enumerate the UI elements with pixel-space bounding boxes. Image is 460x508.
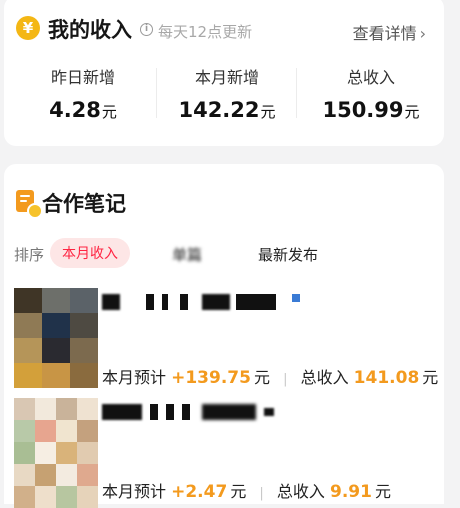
stat-unit: 元: [101, 103, 117, 121]
note-thumbnail[interactable]: [14, 398, 98, 508]
note-title-redacted: [102, 404, 322, 422]
total-unit: 元: [374, 482, 391, 501]
note-metrics: 本月预计 +2.47 元 | 总收入 9.91 元: [102, 478, 391, 502]
collab-notes-card: 合作笔记 排序 本月收入 单篇 最新发布 本月预计 +139.75 元 | 总收…: [4, 164, 444, 508]
est-value: +139.75: [171, 368, 251, 388]
sort-label: 排序: [14, 246, 45, 264]
est-label: 本月预计: [102, 482, 167, 501]
tab-single-label: 单篇: [172, 246, 203, 264]
separator: |: [283, 372, 288, 387]
income-title: 我的收入: [48, 18, 132, 42]
note-thumbnail[interactable]: [14, 288, 98, 388]
total-value: 141.08: [353, 368, 420, 388]
view-details-label: 查看详情: [352, 24, 417, 43]
divider: [296, 68, 297, 118]
stat-value: 142.22: [178, 98, 260, 122]
stat-total-income: 总收入 150.99元: [298, 64, 444, 122]
info-icon[interactable]: i: [140, 23, 153, 36]
tab-single-note[interactable]: 单篇: [172, 244, 202, 265]
stat-month-new: 本月新增 142.22元: [154, 64, 300, 122]
stat-label: 总收入: [346, 68, 395, 87]
yen-coin-icon: ¥: [16, 16, 40, 40]
collab-title: 合作笔记: [42, 192, 126, 216]
stat-value: 150.99: [322, 98, 404, 122]
est-value: +2.47: [171, 482, 228, 502]
separator: |: [259, 486, 264, 501]
note-row[interactable]: 本月预计 +2.47 元 | 总收入 9.91 元: [4, 398, 444, 508]
view-details-link[interactable]: 查看详情 ›: [353, 20, 426, 44]
note-metrics: 本月预计 +139.75 元 | 总收入 141.08 元: [102, 364, 438, 388]
tab-month-income[interactable]: 本月收入: [50, 238, 130, 268]
note-badge-icon: [16, 190, 43, 219]
stat-yesterday-new: 昨日新增 4.28元: [10, 64, 156, 122]
income-card: ¥ 我的收入 i 每天12点更新 查看详情 › 昨日新增 4.28元 本月新增 1…: [4, 0, 444, 146]
note-row[interactable]: 本月预计 +139.75 元 | 总收入 141.08 元: [4, 288, 444, 392]
total-label: 总收入: [276, 482, 325, 501]
total-unit: 元: [422, 368, 439, 387]
note-title-redacted: [102, 294, 322, 312]
est-unit: 元: [230, 482, 247, 501]
chevron-right-icon: ›: [419, 24, 426, 43]
total-label: 总收入: [300, 368, 349, 387]
tab-latest[interactable]: 最新发布: [258, 244, 318, 265]
stat-value: 4.28: [49, 98, 101, 122]
est-label: 本月预计: [102, 368, 167, 387]
stat-label: 本月新增: [194, 68, 259, 87]
refresh-note: 每天12点更新: [158, 23, 253, 41]
stat-unit: 元: [260, 103, 276, 121]
stat-unit: 元: [404, 103, 420, 121]
stat-label: 昨日新增: [50, 68, 115, 87]
total-value: 9.91: [330, 482, 372, 502]
est-unit: 元: [253, 368, 270, 387]
